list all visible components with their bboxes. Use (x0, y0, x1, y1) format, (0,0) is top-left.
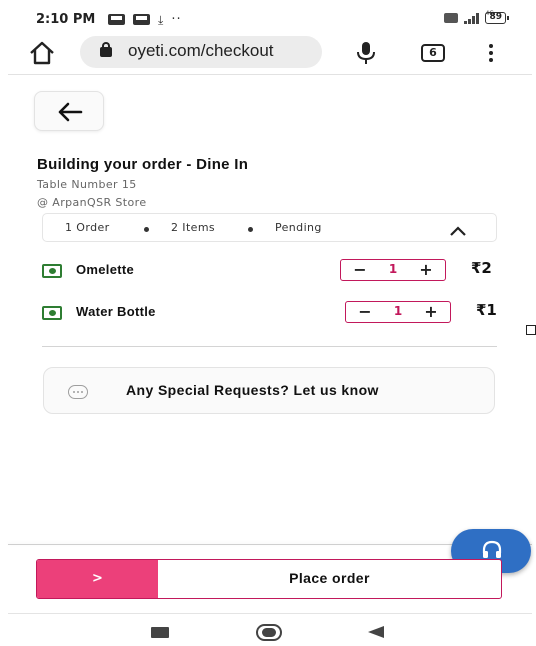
item-name: Water Bottle (76, 304, 156, 319)
cart-item: Omelette − 1 + ₹2 (42, 259, 500, 287)
chat-bubble-icon (68, 385, 88, 399)
item-quantity: 1 (393, 304, 403, 318)
chevron-up-icon[interactable] (449, 222, 467, 241)
item-quantity: 1 (388, 262, 398, 276)
item-price: ₹1 (476, 301, 497, 319)
quantity-stepper: − 1 + (340, 259, 446, 281)
item-count: 2 Items (171, 221, 216, 234)
headset-icon (482, 540, 502, 558)
place-order-arrow: > (37, 560, 158, 598)
home-icon[interactable] (28, 40, 56, 66)
veg-indicator-icon (42, 264, 62, 278)
special-requests-placeholder: Any Special Requests? Let us know (126, 382, 379, 398)
decrease-quantity-button[interactable]: − (354, 302, 376, 321)
back-button[interactable] (34, 91, 104, 131)
message-notification-icon (108, 14, 125, 25)
separator-dot (248, 227, 253, 232)
cart-item: Water Bottle − 1 + ₹1 (42, 301, 500, 329)
browser-toolbar: oyeti.com/checkout 6 (0, 36, 536, 70)
tab-switcher-button[interactable]: 6 (421, 44, 445, 62)
edge-square-icon (526, 325, 536, 335)
back-nav-icon[interactable] (368, 626, 384, 638)
place-order-label: Place order (289, 570, 370, 586)
arrow-left-icon (58, 102, 83, 122)
more-options-icon[interactable] (486, 44, 496, 64)
items-divider (42, 346, 497, 347)
recent-apps-icon[interactable] (151, 627, 169, 638)
separator-dot (144, 227, 149, 232)
increase-quantity-button[interactable]: + (420, 302, 442, 321)
page-title: Building your order - Dine In (37, 156, 249, 173)
table-number: Table Number 15 (37, 178, 137, 191)
veg-indicator-icon (42, 306, 62, 320)
status-notification-icons: ⤓ ·· (108, 11, 182, 27)
download-icon: ⤓ (158, 12, 164, 27)
nav-divider (8, 613, 532, 614)
url-text: oyeti.com/checkout (128, 41, 274, 60)
signal-icon: 4G (464, 10, 494, 24)
home-nav-icon[interactable] (256, 624, 282, 641)
status-bar: 2:10 PM ⤓ ·· 4G 89 (0, 0, 536, 38)
status-right-icons: 4G 89 (444, 10, 509, 24)
message-notification-icon (133, 14, 150, 25)
lock-icon (100, 42, 112, 57)
order-count: 1 Order (65, 221, 110, 234)
order-summary-bar[interactable]: 1 Order 2 Items Pending (42, 213, 497, 242)
battery-icon: 89 (485, 12, 509, 24)
item-name: Omelette (76, 262, 135, 277)
decrease-quantity-button[interactable]: − (349, 260, 371, 279)
item-price: ₹2 (471, 259, 492, 277)
status-time: 2:10 PM (36, 12, 96, 27)
microphone-icon[interactable] (354, 40, 378, 66)
place-order-button[interactable]: > Place order (36, 559, 502, 599)
order-status: Pending (275, 221, 322, 234)
toolbar-divider (8, 74, 532, 75)
store-name: @ ArpanQSR Store (37, 196, 147, 209)
more-notifications-icon: ·· (171, 11, 182, 27)
quantity-stepper: − 1 + (345, 301, 451, 323)
special-requests-input[interactable]: Any Special Requests? Let us know (43, 367, 495, 414)
address-bar[interactable]: oyeti.com/checkout (80, 36, 322, 68)
volte-icon (444, 13, 459, 23)
increase-quantity-button[interactable]: + (415, 260, 437, 279)
